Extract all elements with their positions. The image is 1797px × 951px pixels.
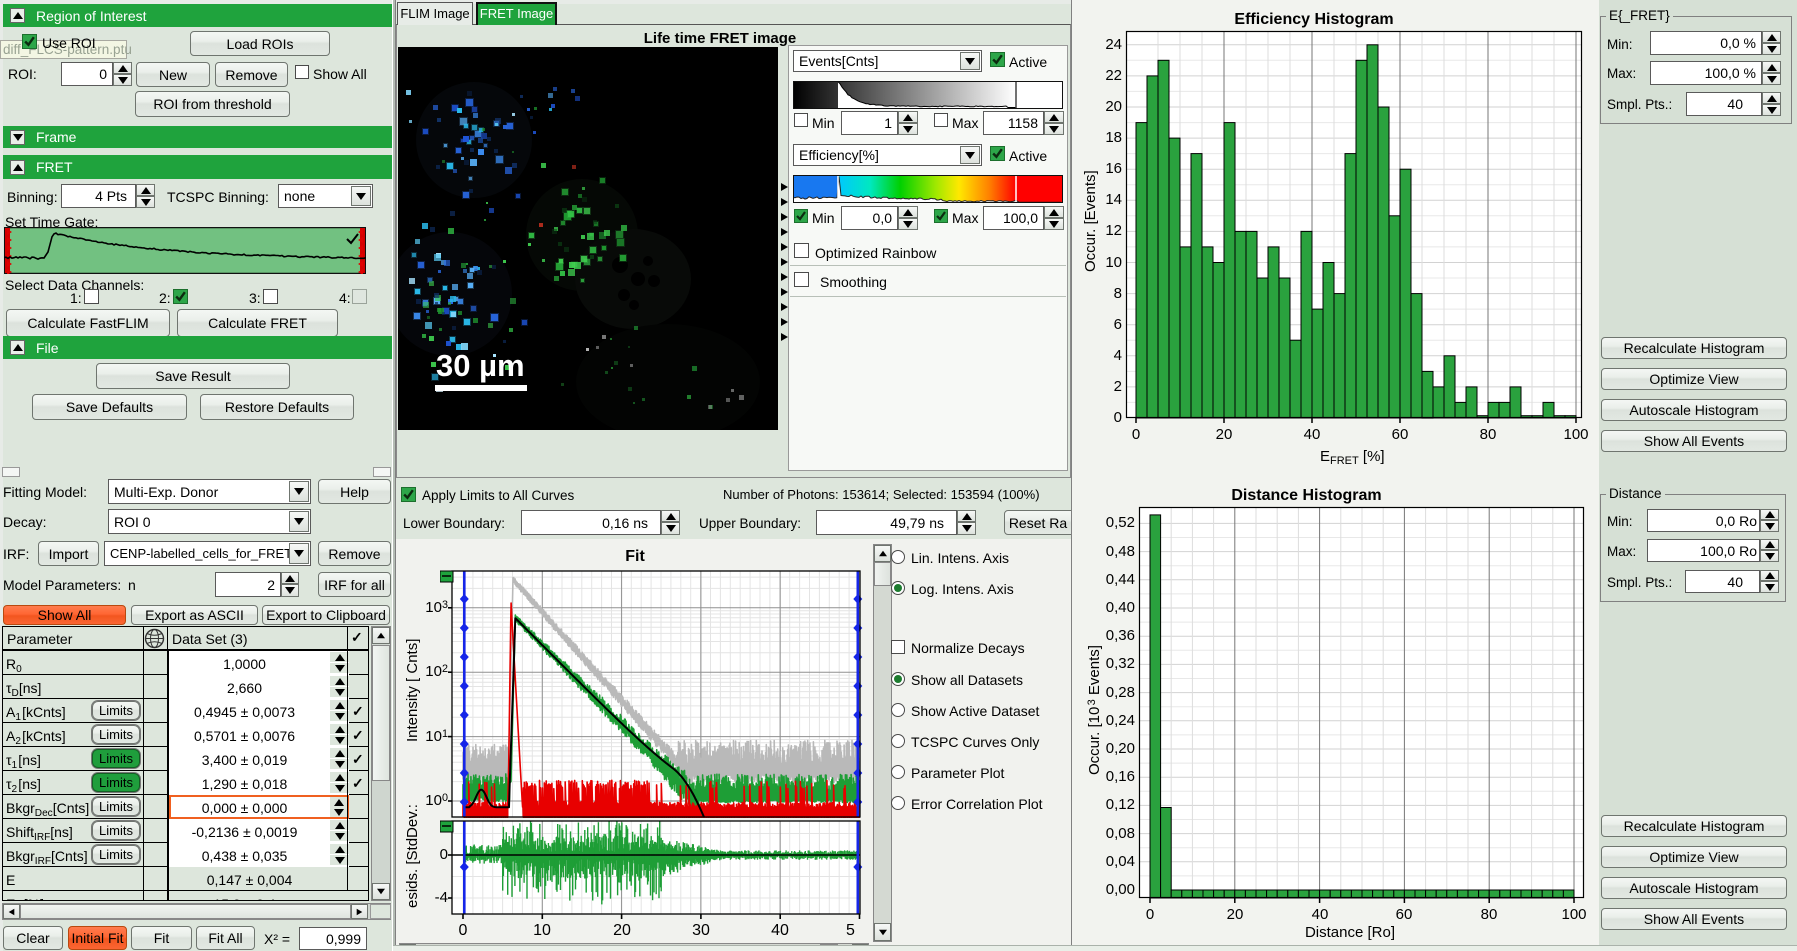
svg-text:30 µm: 30 µm	[436, 348, 525, 383]
